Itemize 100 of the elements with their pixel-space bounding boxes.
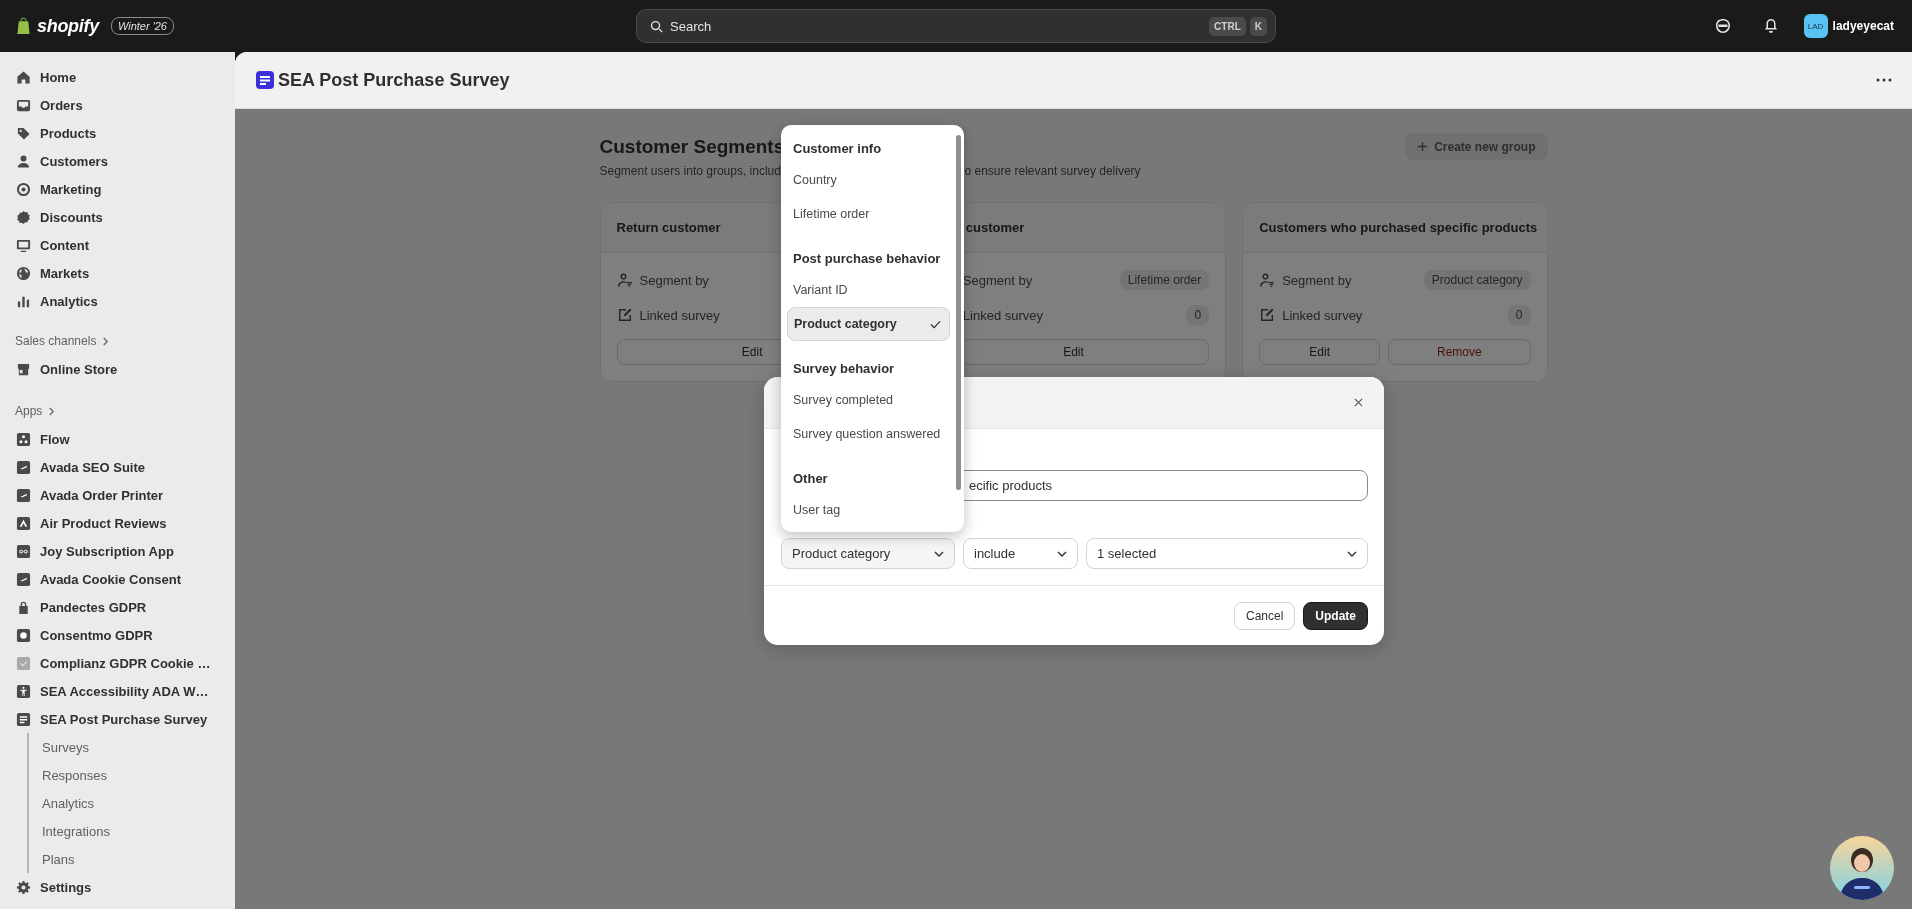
nav-item[interactable]: SEA Accessibility ADA W… — [8, 677, 227, 705]
inbox-icon — [16, 97, 31, 113]
app-icon — [16, 571, 31, 587]
sales-channels-link[interactable]: Sales channels — [8, 327, 117, 355]
nav-item[interactable]: Consentmo GDPR — [8, 621, 227, 649]
app-icon — [16, 655, 31, 671]
chevron-down-icon — [1347, 550, 1357, 557]
person-filter-icon — [1259, 272, 1276, 288]
monitor-icon — [16, 237, 31, 253]
app-icon — [16, 515, 31, 531]
globe-icon — [16, 265, 31, 281]
cancel-button[interactable]: Cancel — [1233, 602, 1296, 630]
menu-group-heading: Post purchase behavior — [792, 249, 942, 268]
nav-item[interactable]: Online Store — [8, 355, 227, 383]
menu-option[interactable]: Survey question answered — [787, 417, 950, 451]
nav-item[interactable]: Complianz GDPR Cookie … — [8, 649, 227, 677]
apps-link[interactable]: Apps — [8, 397, 63, 425]
chevron-down-icon — [934, 550, 944, 557]
menu-option[interactable]: Lifetime order — [787, 197, 950, 231]
account-menu[interactable]: LAD ladyeyecat — [1803, 14, 1894, 38]
close-icon[interactable] — [1353, 397, 1364, 408]
nav-item[interactable]: Joy Subscription App — [8, 537, 227, 565]
nav-item[interactable]: SEA Post Purchase Survey — [8, 705, 227, 733]
value-tag: 0 — [1186, 305, 1210, 325]
chevron-down-icon — [1057, 550, 1067, 557]
plus-icon — [1417, 141, 1429, 152]
nav-item[interactable]: Avada SEO Suite — [8, 453, 227, 481]
chevron-right-icon — [102, 336, 110, 346]
nav-item[interactable]: Flow — [8, 425, 227, 453]
nav-subitem[interactable]: Plans — [29, 845, 227, 873]
row-label: Segment by — [639, 272, 710, 288]
app-icon — [16, 543, 31, 559]
search-icon — [649, 18, 664, 34]
nav-subitem[interactable]: Responses — [29, 761, 227, 789]
menu-option[interactable]: Survey completed — [787, 383, 950, 417]
gear-icon — [16, 879, 31, 895]
more-icon[interactable] — [1876, 78, 1892, 82]
note-edit-icon — [616, 307, 633, 323]
nav-item[interactable]: Analytics — [8, 287, 227, 315]
app-icon — [16, 627, 31, 643]
row-label: Linked survey — [639, 307, 721, 323]
menu-group-heading: Other — [792, 469, 829, 488]
tag-icon — [16, 125, 31, 141]
attribute-select[interactable]: Product category — [781, 538, 955, 569]
menu-option[interactable]: Variant ID — [787, 273, 950, 307]
nav-item[interactable]: Avada Cookie Consent — [8, 565, 227, 593]
account-avatar: LAD — [1803, 14, 1828, 38]
menu-option[interactable]: Product category — [787, 307, 950, 341]
card-title: customer — [965, 220, 1025, 235]
nav-item[interactable]: Customers — [8, 147, 227, 175]
nav-item[interactable]: Orders — [8, 91, 227, 119]
lock-icon — [16, 599, 31, 615]
remove-button[interactable]: Remove — [1388, 339, 1531, 365]
row-label: Linked survey — [962, 307, 1045, 323]
section-title: Customer Segments — [599, 135, 785, 159]
row-label: Segment by — [962, 272, 1034, 288]
nav-item[interactable]: Marketing — [8, 175, 227, 203]
app-icon — [255, 70, 275, 90]
nav-subitem[interactable]: Analytics — [29, 789, 227, 817]
update-button[interactable]: Update — [1303, 602, 1368, 630]
app-icon — [16, 711, 31, 727]
keyboard-key: K — [1249, 16, 1267, 36]
person-icon — [16, 153, 31, 169]
nav-item[interactable]: Settings — [8, 873, 227, 901]
edit-button[interactable]: Edit — [1259, 339, 1381, 365]
nav-item[interactable]: Avada Order Printer — [8, 481, 227, 509]
nav-item[interactable]: Products — [8, 119, 227, 147]
app-icon — [16, 683, 31, 699]
chevron-right-icon — [48, 406, 56, 416]
page-title: SEA Post Purchase Survey — [278, 69, 511, 91]
target-icon — [16, 181, 31, 197]
nav-item[interactable]: Air Product Reviews — [8, 509, 227, 537]
value-tag: Product category — [1423, 270, 1531, 290]
shopping-bag-icon — [16, 17, 31, 35]
nav-item[interactable]: Discounts — [8, 203, 227, 231]
value-tag: Lifetime order — [1119, 270, 1210, 290]
operator-select[interactable]: include — [963, 538, 1078, 569]
nav-subitem[interactable]: Surveys — [29, 733, 227, 761]
nav-item[interactable]: Content — [8, 231, 227, 259]
nav-item[interactable]: Pandectes GDPR — [8, 593, 227, 621]
nav-item[interactable]: Markets — [8, 259, 227, 287]
nav-item[interactable]: Home — [8, 63, 227, 91]
section-description: o ensure relevant survey delivery — [964, 164, 1141, 178]
store-icon — [16, 361, 31, 377]
value-select[interactable]: 1 selected — [1086, 538, 1368, 569]
row-label: Linked survey — [1282, 307, 1364, 323]
menu-group-heading: Customer info — [792, 139, 883, 158]
app-icon — [16, 431, 31, 447]
check-icon — [930, 319, 941, 329]
note-edit-icon — [1259, 307, 1276, 323]
nav-subitem[interactable]: Integrations — [29, 817, 227, 845]
logo-wordmark: shopify — [37, 15, 99, 37]
menu-option[interactable]: Country — [787, 163, 950, 197]
search-field[interactable]: Search CTRL K — [636, 9, 1276, 43]
card-title: Customers who purchased specific products — [1259, 220, 1538, 235]
edition-badge: Winter '26 — [110, 17, 174, 35]
keyboard-key: CTRL — [1209, 16, 1246, 36]
app-icon — [16, 487, 31, 503]
card-title: Return customer — [616, 220, 721, 235]
app-icon — [16, 459, 31, 475]
